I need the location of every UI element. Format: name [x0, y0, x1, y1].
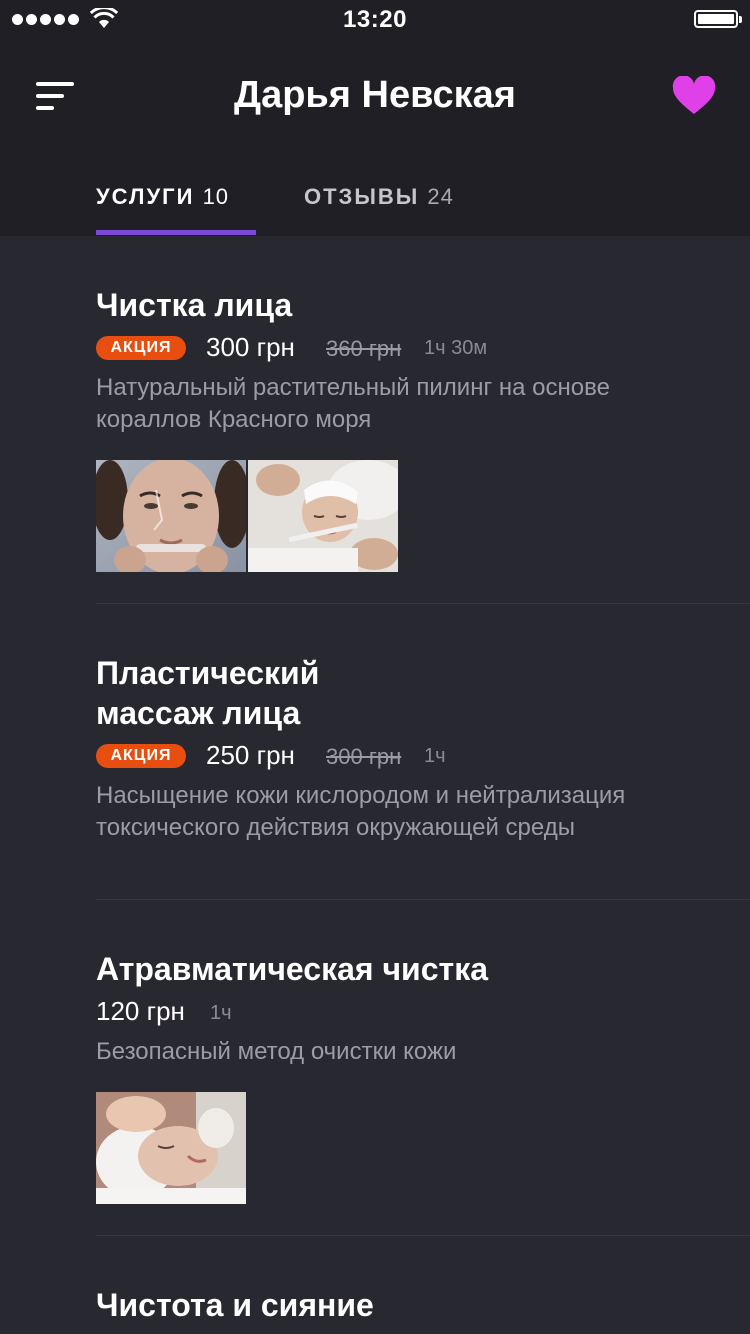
heart-icon[interactable] — [672, 76, 716, 116]
tab-reviews[interactable]: ОТЗЫВЫ 24 — [304, 184, 454, 210]
service-photo[interactable] — [96, 1092, 246, 1204]
service-description: Безопасный метод очистки кожи — [96, 1038, 457, 1065]
service-description: Натуральный растительный пилинг на основ… — [96, 374, 610, 433]
service-description: Насыщение кожи кислородом и нейтрализаци… — [96, 782, 626, 841]
service-price: 120 грн — [96, 996, 185, 1026]
tab-services-label: УСЛУГИ — [96, 184, 195, 209]
tab-reviews-label: ОТЗЫВЫ — [304, 184, 420, 209]
service-duration: 1ч 30м — [424, 337, 488, 359]
status-bar: 13:20 — [0, 0, 750, 40]
service-old-price: 360 грн — [326, 336, 402, 361]
divider — [96, 1235, 750, 1236]
top-bar: 13:20 Дарья Невская УСЛУГИ 10 ОТЗЫВЫ 24 — [0, 0, 750, 236]
page-title: Дарья Невская — [234, 74, 516, 116]
battery-icon — [694, 10, 742, 28]
service-duration: 1ч — [424, 745, 446, 767]
service-title-line1: Пластический — [96, 655, 320, 691]
service-price: 250 грн — [206, 740, 295, 770]
service-title: Чистка лица — [96, 287, 293, 323]
service-photo[interactable] — [248, 460, 398, 572]
service-price: 300 грн — [206, 332, 295, 362]
status-time: 13:20 — [343, 6, 407, 33]
promo-badge: АКЦИЯ — [96, 336, 186, 360]
tab-reviews-count: 24 — [427, 184, 454, 209]
divider — [96, 603, 750, 604]
tab-services[interactable]: УСЛУГИ 10 — [96, 184, 229, 210]
service-duration: 1ч — [210, 1002, 232, 1024]
service-title: Атравматическая чистка — [96, 951, 488, 987]
service-photo[interactable] — [96, 460, 246, 572]
service-title-line2: массаж лица — [96, 695, 301, 731]
service-old-price: 300 грн — [326, 744, 402, 769]
promo-badge: АКЦИЯ — [96, 744, 186, 768]
tab-services-count: 10 — [202, 184, 230, 209]
active-tab-indicator — [96, 230, 256, 235]
service-title: Чистота и сияние — [96, 1287, 374, 1323]
divider — [96, 899, 750, 900]
services-list: Чистка лица АКЦИЯ 300 грн 360 грн 1ч 30м… — [0, 236, 750, 1334]
